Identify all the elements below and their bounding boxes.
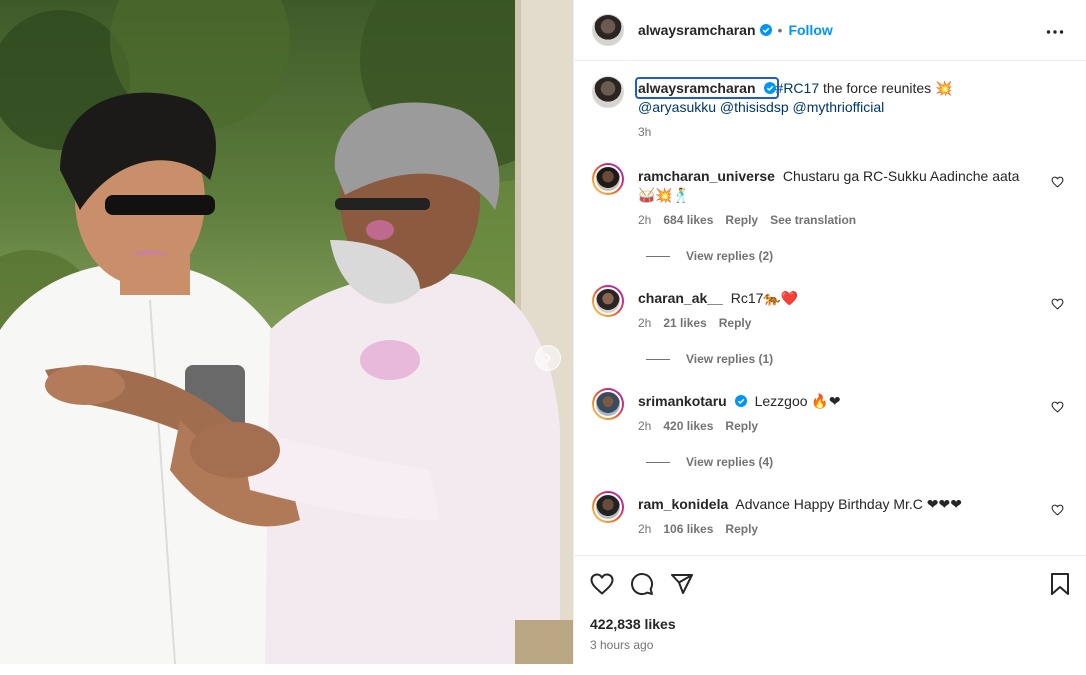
verified-badge-icon [763, 82, 776, 94]
caption-mention[interactable]: @mythriofficial [793, 99, 885, 115]
comment-like-button[interactable] [1051, 400, 1064, 418]
save-button[interactable] [1050, 573, 1070, 595]
caption-username-highlight[interactable]: alwaysramcharan [635, 77, 779, 99]
commenter-username[interactable]: srimankotaru [638, 393, 727, 409]
heart-icon [1051, 298, 1064, 310]
carousel-next-button[interactable] [535, 345, 561, 371]
heart-icon [590, 573, 614, 595]
post-likes-count[interactable]: 422,838 likes [590, 616, 1070, 632]
comment-item: charan_ak__ Rc17🐅❤️ 2h 21 likes Reply [592, 285, 1068, 330]
comment-icon [631, 573, 654, 596]
commenter-avatar[interactable] [592, 491, 624, 523]
comment-like-button[interactable] [1051, 503, 1064, 521]
commenter-avatar[interactable] [592, 163, 624, 195]
caption-mention[interactable]: @aryasukku [638, 99, 716, 115]
verified-badge-icon [734, 395, 747, 407]
comments-list[interactable]: alwaysramcharan #RC17 the force reunites … [574, 62, 1086, 555]
caption-avatar[interactable] [592, 76, 624, 108]
verified-badge-icon [759, 24, 772, 36]
like-button[interactable] [590, 573, 614, 595]
share-icon [671, 574, 693, 594]
author-avatar[interactable] [592, 14, 624, 46]
share-button[interactable] [670, 573, 694, 595]
commenter-username[interactable]: charan_ak__ [638, 290, 723, 306]
author-username[interactable]: alwaysramcharan [638, 22, 756, 38]
more-options-button[interactable] [1046, 22, 1064, 40]
comment-time[interactable]: 2h [638, 522, 651, 536]
comment-time[interactable]: 2h [638, 419, 651, 433]
view-replies-label: View replies (4) [686, 455, 774, 469]
caption-username[interactable]: alwaysramcharan [638, 80, 756, 96]
comment-time[interactable]: 2h [638, 316, 651, 330]
post-header: alwaysramcharan • Follow [574, 0, 1086, 61]
caption-hashtag[interactable]: #RC17 [776, 80, 820, 96]
comment-item: ram_konidela Advance Happy Birthday Mr.C… [592, 491, 1068, 536]
follow-button[interactable]: Follow [788, 22, 832, 38]
chevron-right-icon [545, 353, 551, 363]
comment-likes[interactable]: 420 likes [663, 419, 713, 433]
comment-likes[interactable]: 21 likes [663, 316, 706, 330]
commenter-username[interactable]: ram_konidela [638, 496, 728, 512]
comment-button[interactable] [630, 572, 654, 596]
post-actions-bar: 422,838 likes 3 hours ago [574, 555, 1086, 664]
comment-item: srimankotaru Lezzgoo 🔥❤ 2h 420 likes Rep… [592, 388, 1068, 433]
reply-button[interactable]: Reply [725, 213, 758, 227]
comment-like-button[interactable] [1051, 175, 1064, 193]
view-replies-line [646, 255, 670, 257]
more-options-icon [1046, 30, 1064, 34]
comment-text: Advance Happy Birthday Mr.C ❤❤❤ [735, 496, 963, 512]
caption-time[interactable]: 3h [638, 125, 651, 139]
comment-item: ramcharan_universe Chustaru ga RC-Sukku … [592, 163, 1068, 227]
post-details-panel: alwaysramcharan • Follow alwaysramcharan… [573, 0, 1086, 664]
view-replies-line [646, 461, 670, 463]
reply-button[interactable]: Reply [725, 419, 758, 433]
view-replies-button[interactable]: View replies (4) [646, 455, 1068, 469]
comment-text: Rc17🐅❤️ [730, 290, 799, 306]
see-translation-button[interactable]: See translation [770, 213, 856, 227]
heart-icon [1051, 176, 1064, 188]
comment-text: Lezzgoo 🔥❤ [754, 393, 841, 409]
commenter-avatar[interactable] [592, 388, 624, 420]
post-caption: alwaysramcharan #RC17 the force reunites … [592, 76, 1068, 139]
view-replies-label: View replies (1) [686, 352, 774, 366]
view-replies-line [646, 358, 670, 360]
comment-likes[interactable]: 684 likes [663, 213, 713, 227]
caption-text: the force reunites 💥 [819, 80, 953, 96]
bookmark-icon [1051, 573, 1069, 595]
separator-dot: • [777, 22, 783, 38]
view-replies-button[interactable]: View replies (1) [646, 352, 1068, 366]
caption-mention[interactable]: @thisisdsp [720, 99, 789, 115]
post-image[interactable] [0, 0, 573, 664]
heart-icon [1051, 401, 1064, 413]
post-timestamp[interactable]: 3 hours ago [590, 638, 1070, 652]
commenter-username[interactable]: ramcharan_universe [638, 168, 775, 184]
heart-icon [1051, 504, 1064, 516]
comment-time[interactable]: 2h [638, 213, 651, 227]
comment-likes[interactable]: 106 likes [663, 522, 713, 536]
view-replies-button[interactable]: View replies (2) [646, 249, 1068, 263]
commenter-avatar[interactable] [592, 285, 624, 317]
reply-button[interactable]: Reply [719, 316, 752, 330]
view-replies-label: View replies (2) [686, 249, 774, 263]
post-photo-illustration [0, 0, 573, 664]
comment-like-button[interactable] [1051, 297, 1064, 315]
reply-button[interactable]: Reply [725, 522, 758, 536]
